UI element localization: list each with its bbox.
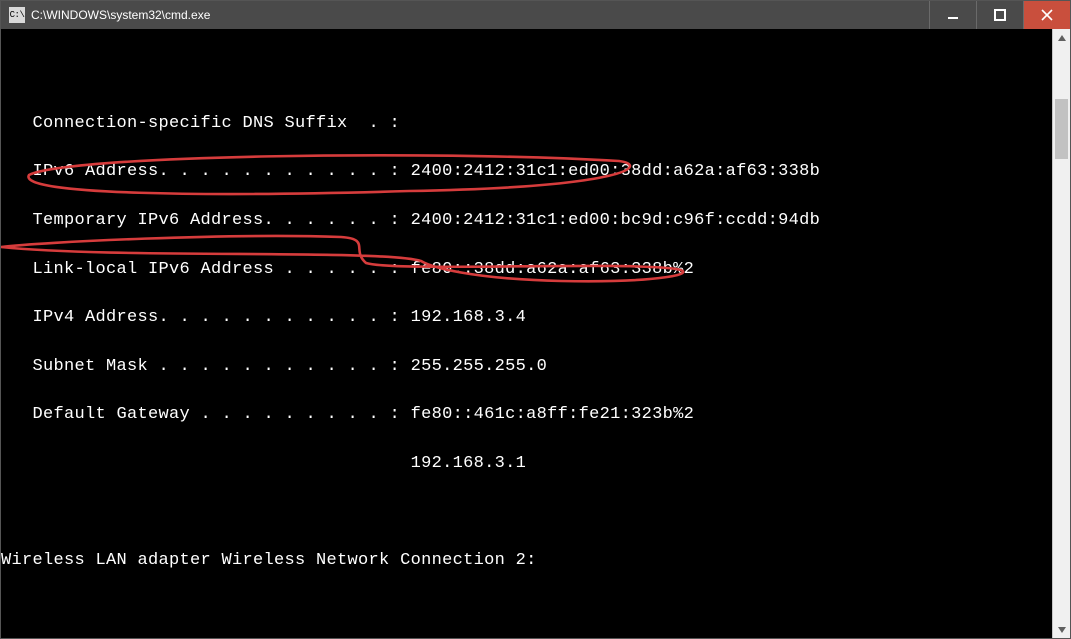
scroll-thumb[interactable] [1055,99,1068,159]
scroll-up-button[interactable] [1053,29,1070,46]
adapter-heading: Wireless LAN adapter Wireless Network Co… [1,549,1052,573]
output-line: Connection-specific DNS Suffix . : [1,112,1052,136]
output-line [1,63,1052,87]
minimize-button[interactable] [929,1,976,29]
output-line: Temporary IPv6 Address. . . . . . : 2400… [1,209,1052,233]
client-area: Connection-specific DNS Suffix . : IPv6 … [1,29,1070,638]
link-local-label: Link-local IPv6 Address . . . . . : [1,260,411,279]
link-local-value: fe80::38dd:a62a:af63:338b%2 [411,260,695,279]
ipv4-value: 192.168.3.4 [411,308,527,327]
output-line: Subnet Mask . . . . . . . . . . . : 255.… [1,355,1052,379]
ipv6-label: IPv6 Address. . . . . . . . . . . : [1,162,411,181]
ipv6-value: 2400:2412:31c1:ed00:38dd:a62a:af63:338b [411,162,821,181]
titlebar[interactable]: C:\ C:\WINDOWS\system32\cmd.exe [1,1,1070,29]
output-line [1,501,1052,525]
subnet-label: Subnet Mask . . . . . . . . . . . : [1,357,411,376]
subnet-value: 255.255.255.0 [411,357,548,376]
output-line: 192.168.3.1 [1,452,1052,476]
cmd-window: C:\ C:\WINDOWS\system32\cmd.exe Connecti… [0,0,1071,639]
window-buttons [929,1,1070,29]
gateway-label: Default Gateway . . . . . . . . . : [1,405,411,424]
output-line: Default Gateway . . . . . . . . . : fe80… [1,403,1052,427]
window-title: C:\WINDOWS\system32\cmd.exe [31,8,929,22]
gateway-indent [1,454,411,473]
output-line [1,598,1052,622]
vertical-scrollbar[interactable] [1052,29,1070,638]
output-line: Link-local IPv6 Address . . . . . : fe80… [1,258,1052,282]
temp-ipv6-label: Temporary IPv6 Address. . . . . . : [1,211,411,230]
temp-ipv6-value: 2400:2412:31c1:ed00:bc9d:c96f:ccdd:94db [411,211,821,230]
app-icon: C:\ [9,7,25,23]
terminal-output[interactable]: Connection-specific DNS Suffix . : IPv6 … [1,29,1052,638]
output-line: IPv6 Address. . . . . . . . . . . : 2400… [1,160,1052,184]
gateway-value-2: 192.168.3.1 [411,454,527,473]
close-button[interactable] [1023,1,1070,29]
gateway-value-1: fe80::461c:a8ff:fe21:323b%2 [411,405,695,424]
dns-suffix-label: Connection-specific DNS Suffix . : [1,114,400,133]
scroll-down-button[interactable] [1053,621,1070,638]
output-line: IPv4 Address. . . . . . . . . . . : 192.… [1,306,1052,330]
maximize-button[interactable] [976,1,1023,29]
ipv4-label: IPv4 Address. . . . . . . . . . . : [1,308,411,327]
